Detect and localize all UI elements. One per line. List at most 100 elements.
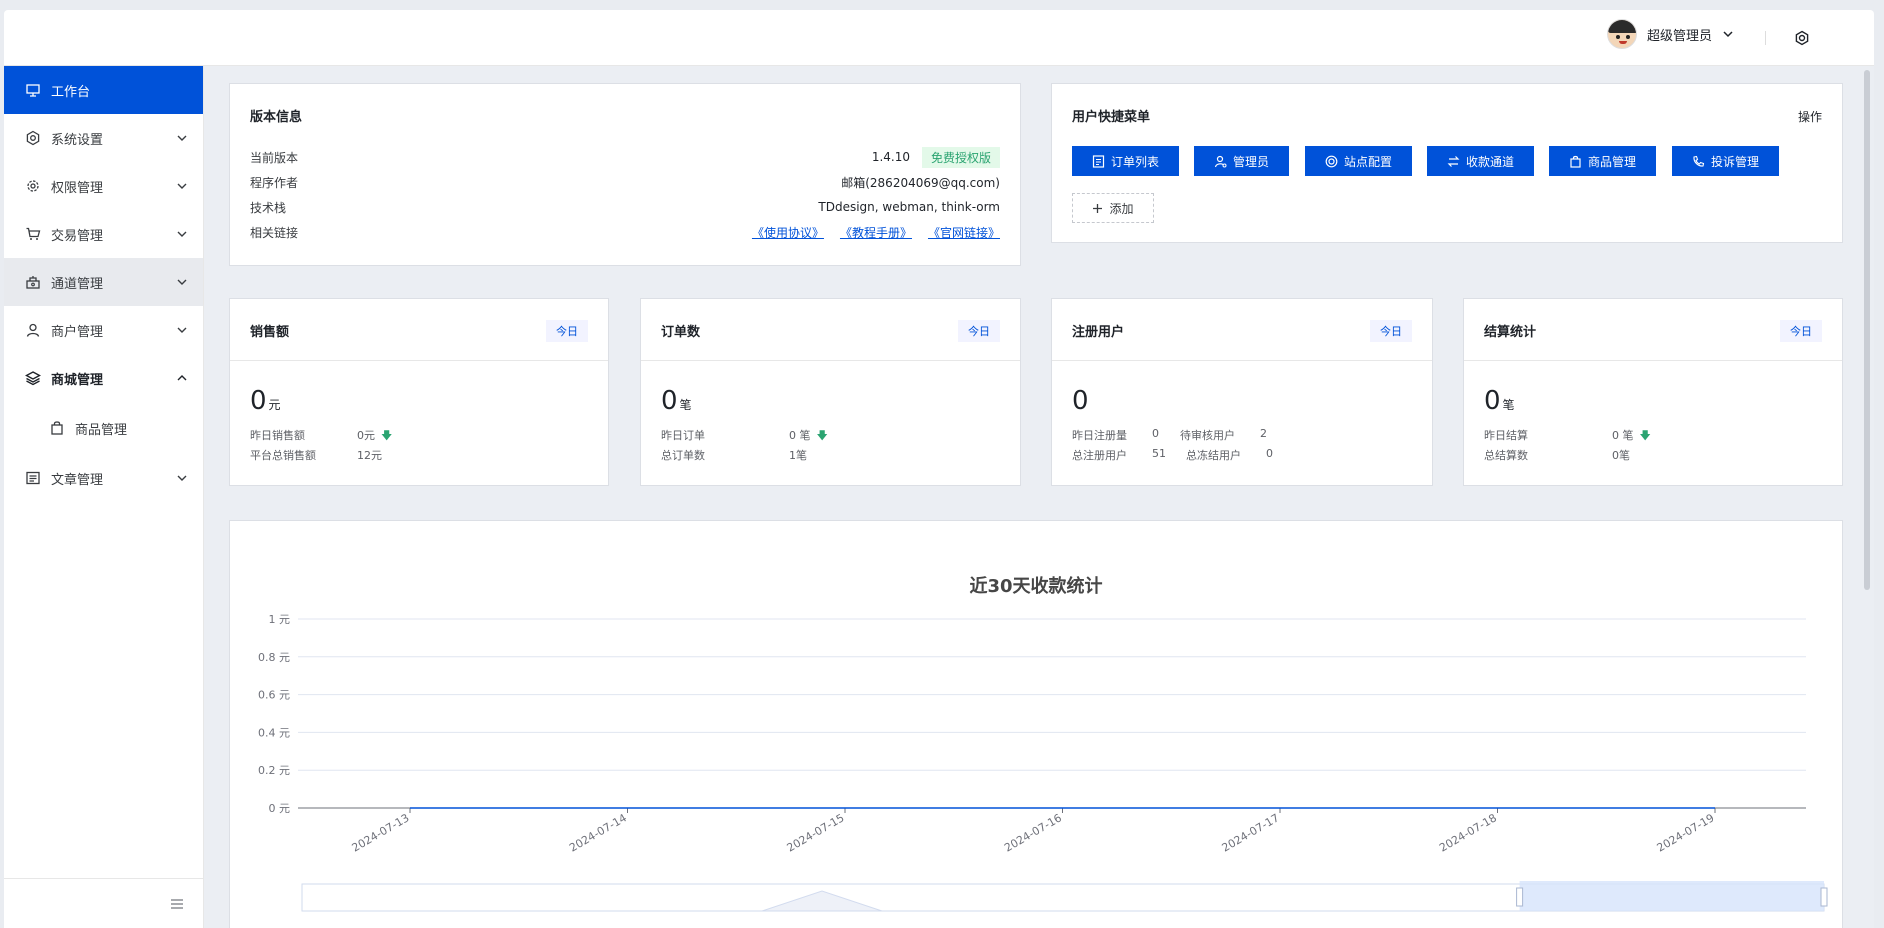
users-card: 注册用户 今日 0 昨日注册量 0 待审核用户 2 总注册用户 51 总冻结用户 0 [1051, 298, 1433, 486]
card-title: 注册用户 [1072, 325, 1125, 340]
payment-channel-button[interactable]: 收款通道 [1427, 146, 1534, 176]
chevron-down-icon [177, 327, 187, 333]
row-label: 相关链接 [250, 225, 299, 240]
list-icon [1092, 154, 1105, 168]
website-link[interactable]: 《官网链接》 [928, 224, 1000, 241]
sidebar-item-products[interactable]: 商品管理 [4, 402, 203, 454]
chevron-down-icon [177, 475, 187, 481]
admins-button[interactable]: 管理员 [1194, 146, 1289, 176]
usage-agreement-link[interactable]: 《使用协议》 [752, 224, 824, 241]
y-tick-label: 0.2 元 [258, 764, 290, 777]
x-tick-label: 2024-07-15 [785, 811, 847, 854]
menu-collapse-icon[interactable] [168, 895, 186, 913]
y-tick-label: 0.8 元 [258, 651, 290, 664]
author-row: 程序作者 邮箱(286204069@qq.com) [250, 172, 1000, 192]
tutorial-link[interactable]: 《教程手册》 [840, 224, 912, 241]
username[interactable]: 超级管理员 [1647, 25, 1712, 44]
y-tick-label: 0.6 元 [258, 689, 290, 702]
divider [1765, 31, 1766, 45]
button-label: 收款通道 [1465, 154, 1514, 169]
stat-value: 0笔 [1484, 386, 1515, 416]
x-tick-label: 2024-07-16 [1002, 811, 1064, 854]
products-button[interactable]: 商品管理 [1549, 146, 1656, 176]
swap-icon [1447, 155, 1460, 167]
sidebar-item-label: 交易管理 [51, 228, 104, 244]
sidebar: 工作台 系统设置 权限管理 交易管理 通道管理 商户管理 商城管理 商品管理 文… [4, 66, 204, 928]
add-shortcut-button[interactable]: 添加 [1072, 193, 1154, 223]
gear-icon [1795, 30, 1809, 46]
stat-row: 昨日注册量 0 待审核用户 2 [1072, 427, 1267, 442]
arrow-down-icon: 🡇 [1639, 429, 1651, 442]
zoom-slider-handle-right [1820, 887, 1828, 907]
settings-button[interactable] [1790, 26, 1814, 50]
sales-card: 销售额 今日 0元 昨日销售额 0元 🡇 平台总销售额 12元 [229, 298, 609, 486]
y-tick-label: 1 元 [269, 613, 291, 626]
x-tick-label: 2024-07-13 [350, 811, 412, 854]
operate-link[interactable]: 操作 [1798, 108, 1822, 125]
button-label: 站点配置 [1343, 154, 1392, 169]
layers-icon [24, 369, 42, 387]
sidebar-item-mall[interactable]: 商城管理 [4, 354, 203, 402]
license-tag: 免费授权版 [921, 146, 1000, 168]
stat-value: 0元 [250, 386, 281, 416]
stat-row: 昨日销售额 0元 🡇 [250, 427, 392, 446]
today-tag[interactable]: 今日 [1780, 320, 1822, 342]
stat-row: 总订单数 1笔 [661, 449, 807, 462]
sidebar-item-workbench[interactable]: 工作台 [4, 66, 203, 114]
x-tick-label: 2024-07-18 [1437, 811, 1499, 854]
today-tag[interactable]: 今日 [1370, 320, 1412, 342]
chevron-down-icon [177, 231, 187, 237]
bag-icon [1570, 155, 1581, 168]
user-menu[interactable]: 超级管理员 [1606, 19, 1734, 49]
sidebar-item-merchants[interactable]: 商户管理 [4, 306, 203, 354]
button-label: 订单列表 [1110, 154, 1159, 169]
sidebar-item-articles[interactable]: 文章管理 [4, 454, 203, 502]
version-row: 当前版本 1.4.10 免费授权版 [250, 146, 1000, 168]
card-title: 销售额 [250, 325, 290, 340]
row-value: TDdesign, webman, think-orm [818, 200, 1000, 214]
complaints-button[interactable]: 投诉管理 [1672, 146, 1779, 176]
orders-button[interactable]: 订单列表 [1072, 146, 1179, 176]
chevron-down-icon [177, 183, 187, 189]
row-value: 邮箱(286204069@qq.com) [841, 175, 1000, 190]
sidebar-item-permissions[interactable]: 权限管理 [4, 162, 203, 210]
avatar[interactable] [1606, 19, 1637, 49]
sidebar-item-label: 商品管理 [75, 422, 128, 438]
line-chart: 0 元 0.2 元 0.4 元 0.6 元 0.8 元 1 元 2024-07-13 2024… [258, 613, 1828, 912]
revenue-chart-card: 近30天收款统计 0 元 0.2 元 0.4 元 0.6 元 0.8 元1 元 2024-… [229, 520, 1843, 928]
row-label: 当前版本 [250, 150, 299, 165]
card-title: 用户快捷菜单 [1072, 110, 1151, 125]
card-title: 订单数 [661, 325, 701, 340]
user-icon [24, 321, 42, 339]
x-tick-label: 2024-07-14 [567, 811, 629, 854]
sidebar-item-channels[interactable]: 通道管理 [4, 258, 203, 306]
button-label: 商品管理 [1587, 154, 1636, 169]
sidebar-item-system-settings[interactable]: 系统设置 [4, 114, 203, 162]
phone-icon [1693, 155, 1705, 167]
sidebar-item-label: 工作台 [51, 84, 91, 100]
zoom-slider-window [1519, 881, 1824, 911]
sidebar-item-label: 系统设置 [51, 132, 104, 148]
page-scrollbar[interactable] [1864, 66, 1870, 876]
card-title: 结算统计 [1484, 325, 1537, 340]
chevron-down-icon [1723, 31, 1733, 38]
stat-row: 总注册用户 51 总冻结用户 0 [1072, 447, 1273, 462]
scrollbar-thumb[interactable] [1864, 70, 1870, 590]
site-config-button[interactable]: 站点配置 [1305, 146, 1412, 176]
stat-row: 平台总销售额 12元 [250, 449, 382, 462]
bag-icon [48, 419, 66, 437]
chevron-down-icon [177, 279, 187, 285]
cart-icon [24, 225, 42, 243]
today-tag[interactable]: 今日 [546, 320, 588, 342]
sidebar-item-label: 通道管理 [51, 276, 104, 292]
arrow-down-icon: 🡇 [816, 429, 828, 442]
today-tag[interactable]: 今日 [958, 320, 1000, 342]
channel-icon [24, 273, 42, 291]
user-settings-icon [1214, 155, 1227, 167]
target-icon [1325, 155, 1338, 167]
settlement-card: 结算统计 今日 0笔 昨日结算 0 笔 🡇 总结算数 0笔 [1463, 298, 1843, 486]
sidebar-item-transactions[interactable]: 交易管理 [4, 210, 203, 258]
stat-value: 0笔 [661, 386, 692, 416]
links-row: 相关链接 《使用协议》 《教程手册》 《官网链接》 [250, 222, 1000, 242]
stack-row: 技术栈 TDdesign, webman, think-orm [250, 197, 1000, 217]
